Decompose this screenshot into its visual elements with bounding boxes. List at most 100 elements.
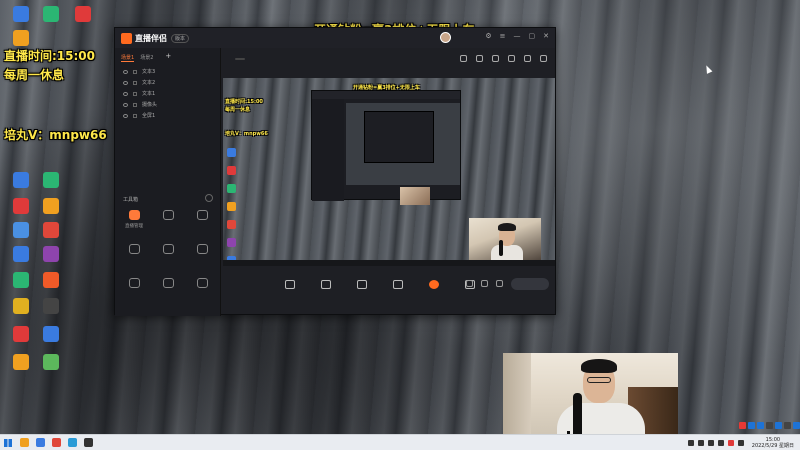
app-icon	[13, 354, 29, 370]
ime-icon[interactable]	[793, 422, 800, 429]
toolbox-item[interactable]	[151, 278, 185, 302]
taskbar-app-icon	[51, 438, 61, 447]
clock[interactable]: 15:00 2022/5/29 星期日	[752, 437, 794, 449]
desktop-icon[interactable]	[6, 172, 36, 200]
layer-item[interactable]: 文本2	[115, 77, 220, 88]
grid-icon[interactable]	[492, 55, 499, 62]
eye-icon[interactable]	[123, 102, 128, 107]
eye-icon[interactable]	[123, 69, 128, 74]
toolbox-item[interactable]	[185, 210, 219, 234]
tray-icon[interactable]	[717, 440, 724, 446]
windows-logo-icon	[4, 438, 12, 447]
close-icon[interactable]: ✕	[543, 32, 549, 40]
desktop-icon[interactable]	[36, 326, 66, 354]
settings-gear-icon[interactable]: ⚙	[485, 32, 491, 40]
lock-icon[interactable]	[133, 102, 137, 107]
desktop-icon[interactable]	[36, 246, 66, 274]
menu-icon[interactable]: ≡	[500, 32, 506, 40]
tray-icon[interactable]	[697, 440, 704, 446]
live-companion-window[interactable]: 直播伴侣 版本 ⚙ ≡ — ▢ ✕ 场景1 场景2 + 文本3 文本2 文本1 摄像头…	[114, 27, 556, 316]
app-titlebar[interactable]: 直播伴侣 版本 ⚙ ≡ — ▢ ✕	[115, 28, 555, 48]
eye-icon[interactable]	[123, 113, 128, 118]
maximize-icon[interactable]: ▢	[529, 32, 536, 40]
lock-icon[interactable]	[133, 91, 137, 96]
toolbox-collapse-icon[interactable]	[205, 194, 213, 202]
live-tool-button[interactable]	[313, 279, 339, 291]
app-logo-icon	[121, 32, 132, 44]
desktop-icon[interactable]	[6, 298, 36, 326]
lock-icon[interactable]	[476, 55, 483, 62]
ime-icon[interactable]	[784, 422, 791, 429]
share-icon[interactable]	[540, 55, 547, 62]
layer-item[interactable]: 文本1	[115, 88, 220, 99]
ime-icon[interactable]	[757, 422, 764, 429]
settings-icon[interactable]	[496, 280, 503, 287]
lock-icon[interactable]	[133, 80, 137, 85]
tray-icon[interactable]	[707, 440, 714, 446]
toolbox-item[interactable]	[117, 244, 151, 268]
stream-preview[interactable]: 开通钻粉=赢3排位+无限上车 直播时间:15:00 每周一休息 培丸V：mnpw…	[223, 78, 555, 266]
eye-icon[interactable]	[123, 91, 128, 96]
live-tool-button[interactable]	[277, 279, 303, 291]
toolbox-item[interactable]	[185, 244, 219, 268]
desktop-icon[interactable]	[36, 172, 66, 200]
toolbox-item[interactable]	[151, 210, 185, 234]
ime-icon[interactable]	[739, 422, 746, 429]
desktop-icon[interactable]	[36, 354, 66, 382]
tab-scene-1[interactable]: 场景1	[121, 54, 135, 62]
ime-toolbar[interactable]	[739, 422, 800, 429]
lock-icon[interactable]	[133, 69, 137, 74]
tray-icon[interactable]	[687, 440, 694, 446]
tool-icon	[128, 210, 140, 220]
start-live-button[interactable]	[511, 278, 549, 290]
desktop-icon[interactable]	[6, 246, 36, 274]
live-tool-button[interactable]	[349, 279, 375, 291]
taskbar-app-button[interactable]	[48, 435, 64, 450]
live-tool-button[interactable]	[421, 279, 447, 291]
live-tool-icon	[357, 279, 367, 289]
taskbar-app-button[interactable]	[32, 435, 48, 450]
toolbox-item[interactable]	[185, 278, 219, 302]
desktop-icon[interactable]	[36, 272, 66, 300]
app-icon	[13, 246, 29, 262]
tab-scene-2[interactable]: 场景2	[140, 54, 153, 62]
nested-inner-window	[364, 111, 434, 163]
user-avatar[interactable]	[440, 32, 451, 43]
app-icon	[43, 246, 59, 262]
desktop-icon[interactable]	[6, 326, 36, 354]
gift-icon[interactable]	[460, 55, 467, 62]
clock-date: 2022/5/29 星期日	[751, 443, 794, 449]
ime-icon[interactable]	[766, 422, 773, 429]
toolbox-item[interactable]: 直播管理	[117, 210, 151, 234]
toolbox-item[interactable]	[151, 244, 185, 268]
ime-icon[interactable]	[748, 422, 755, 429]
desktop-icon[interactable]	[36, 6, 66, 34]
taskbar-app-button[interactable]	[64, 435, 80, 450]
layer-item[interactable]: 全屏1	[115, 110, 220, 121]
tray-icon[interactable]	[737, 440, 744, 446]
edit-title-button[interactable]	[235, 58, 245, 60]
start-button[interactable]	[0, 435, 16, 450]
desktop-icon[interactable]	[6, 354, 36, 382]
lock-icon[interactable]	[133, 113, 137, 118]
eye-icon[interactable]	[123, 80, 128, 85]
audio-icon[interactable]	[481, 280, 488, 287]
desktop-icon[interactable]	[6, 272, 36, 300]
bell-icon[interactable]	[508, 55, 515, 62]
taskbar-app-button[interactable]	[80, 435, 96, 450]
user-icon[interactable]	[524, 55, 531, 62]
live-tool-button[interactable]	[385, 279, 411, 291]
minimize-icon[interactable]: —	[514, 32, 521, 40]
toolbox-item[interactable]	[117, 278, 151, 302]
layer-item[interactable]: 摄像头	[115, 99, 220, 110]
desktop-icon[interactable]	[36, 298, 66, 326]
tray-icon[interactable]	[727, 440, 734, 446]
add-scene-icon[interactable]: +	[165, 53, 171, 62]
taskbar-app-button[interactable]	[16, 435, 32, 450]
layer-label: 文本3	[142, 69, 156, 75]
layer-item[interactable]: 文本3	[115, 66, 220, 77]
ime-icon[interactable]	[775, 422, 782, 429]
desktop-icon[interactable]	[68, 6, 98, 34]
window-controls: ⚙ ≡ — ▢ ✕	[485, 32, 549, 40]
camera-icon[interactable]	[466, 280, 473, 287]
